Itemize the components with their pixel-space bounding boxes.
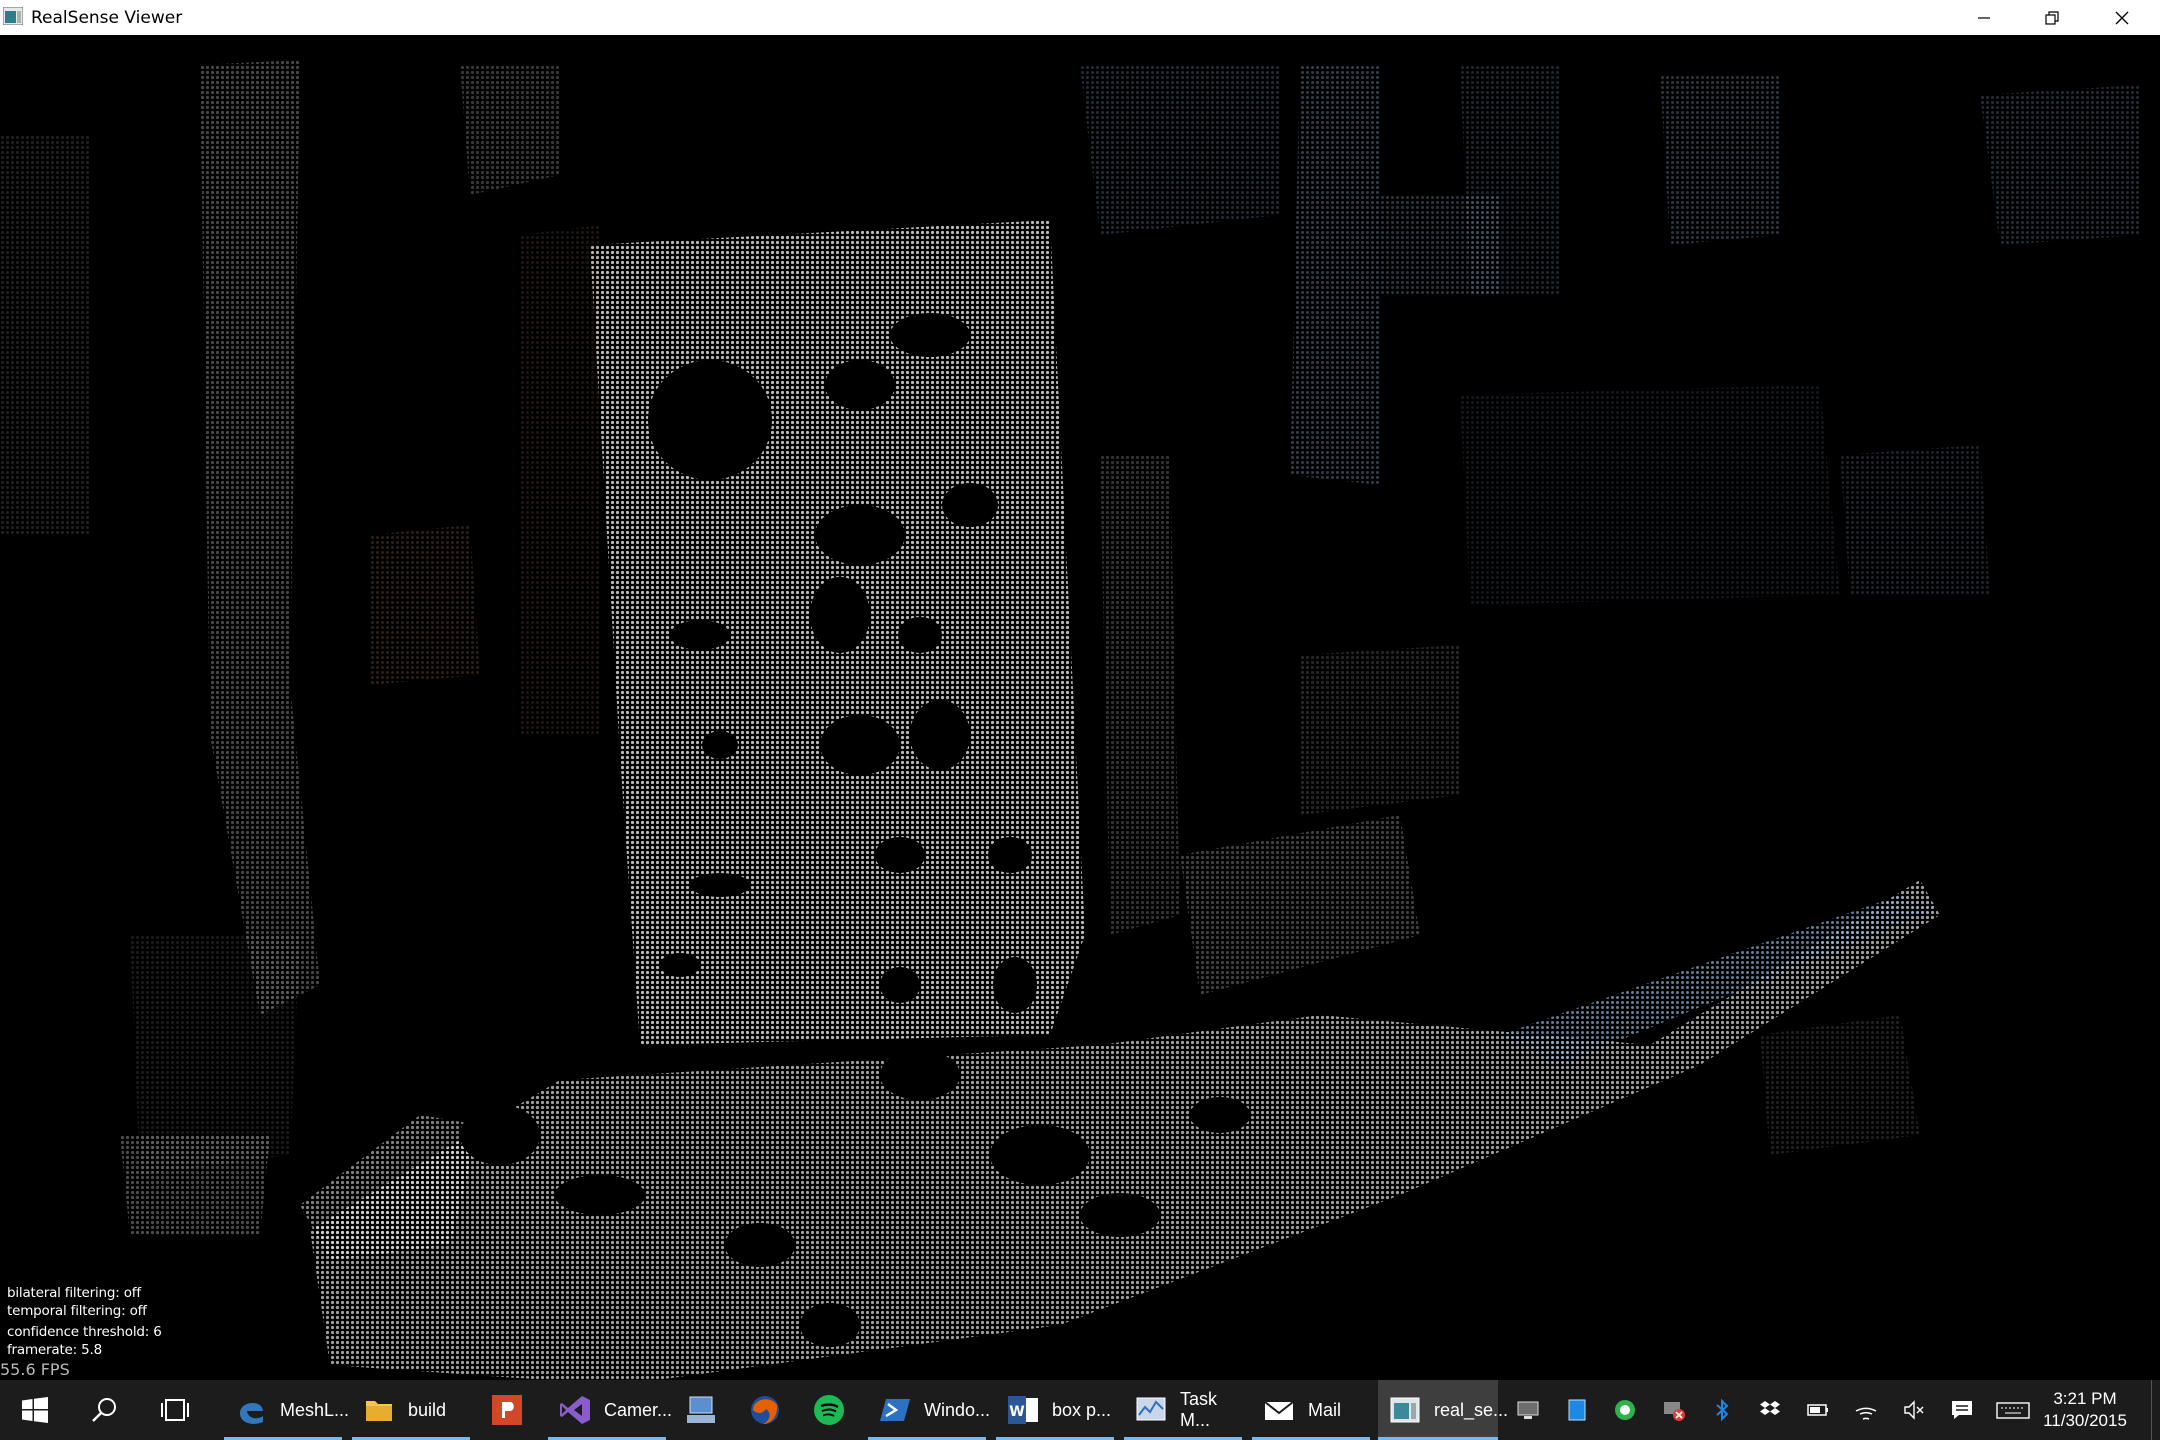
task-view-button[interactable] xyxy=(140,1380,210,1440)
keyboard-icon[interactable] xyxy=(1996,1398,2030,1422)
task-task-manager[interactable]: Task M... xyxy=(1124,1380,1242,1440)
monitor-icon[interactable] xyxy=(1516,1398,1540,1422)
close-button[interactable] xyxy=(2088,0,2156,35)
overlay-confidence-threshold: confidence threshold: 6 xyxy=(7,1324,162,1340)
task-view-icon xyxy=(161,1399,189,1421)
depth-point-cloud xyxy=(0,60,2140,1380)
task-label-build: build xyxy=(408,1399,447,1420)
folder-icon xyxy=(366,1401,392,1421)
clock-date: 11/30/2015 xyxy=(2043,1411,2127,1430)
dropbox-icon[interactable] xyxy=(1758,1398,1782,1422)
whatsapp-icon[interactable] xyxy=(1613,1398,1637,1422)
tablet-icon[interactable] xyxy=(1565,1398,1589,1422)
battery-icon[interactable] xyxy=(1806,1398,1830,1422)
taskbar: MeshL... build Camer... Windo... W box p… xyxy=(0,1380,2160,1440)
task-label-task-manager: Task M... xyxy=(1180,1389,1218,1430)
close-icon xyxy=(2115,11,2129,24)
point-cloud-viewport[interactable]: bilateral filtering: off temporal filter… xyxy=(0,35,2160,1380)
powershell-icon xyxy=(880,1399,910,1421)
task-label-box: box p... xyxy=(1052,1399,1112,1420)
task-label-camera: Camer... xyxy=(604,1399,673,1420)
restore-button[interactable] xyxy=(2018,0,2086,35)
word-icon: W xyxy=(1008,1396,1038,1424)
overlay-framerate: framerate: 5.8 xyxy=(7,1342,102,1358)
windows-start-icon xyxy=(22,1397,48,1423)
visual-studio-icon xyxy=(560,1396,590,1424)
title-bar[interactable]: RealSense Viewer xyxy=(0,0,2160,36)
task-label-mail: Mail xyxy=(1308,1399,1342,1420)
task-label-meshl: MeshL... xyxy=(280,1399,350,1420)
network-error-icon[interactable] xyxy=(1662,1398,1686,1422)
task-realsense[interactable]: real_se... xyxy=(1378,1380,1508,1440)
overlay-temporal-filtering: temporal filtering: off xyxy=(7,1303,147,1319)
task-edge-meshl[interactable]: MeshL... xyxy=(224,1380,349,1440)
realsense-viewer-icon xyxy=(1390,1397,1420,1423)
svg-text:W: W xyxy=(1009,1404,1024,1420)
task-manager-icon xyxy=(1136,1397,1166,1421)
show-desktop-button[interactable] xyxy=(2151,1380,2160,1440)
bluetooth-icon[interactable] xyxy=(1710,1398,1734,1422)
app-icon xyxy=(3,7,23,25)
task-label-windows: Windo... xyxy=(924,1399,991,1420)
action-center-icon[interactable] xyxy=(1950,1398,1974,1422)
firefox-icon[interactable] xyxy=(748,1393,782,1427)
wifi-icon[interactable] xyxy=(1854,1398,1878,1422)
task-visual-studio-camera[interactable]: Camer... xyxy=(548,1380,672,1440)
task-mail[interactable]: Mail xyxy=(1252,1380,1370,1440)
task-powershell-windows[interactable]: Windo... xyxy=(868,1380,990,1440)
fps-counter: 55.6 FPS xyxy=(0,1360,70,1379)
spotify-icon[interactable] xyxy=(812,1393,846,1427)
clock[interactable]: 3:21 PM 11/30/2015 xyxy=(2030,1380,2140,1440)
search-icon xyxy=(92,1398,116,1422)
task-explorer-build[interactable]: build xyxy=(352,1380,470,1440)
overlay-bilateral-filtering: bilateral filtering: off xyxy=(7,1285,141,1301)
minimize-button[interactable] xyxy=(1950,0,2018,35)
task-word-box[interactable]: W box p... xyxy=(996,1380,1114,1440)
search-button[interactable] xyxy=(70,1380,140,1440)
network-icon[interactable] xyxy=(684,1393,718,1427)
restore-icon xyxy=(2045,10,2059,25)
mail-icon xyxy=(1264,1401,1294,1420)
minimize-icon xyxy=(1978,16,1990,19)
volume-muted-icon[interactable] xyxy=(1902,1398,1926,1422)
clock-time: 3:21 PM xyxy=(2053,1389,2117,1408)
start-button[interactable] xyxy=(0,1380,70,1440)
task-label-realsense: real_se... xyxy=(1434,1399,1509,1420)
powerpoint-icon[interactable] xyxy=(490,1393,524,1427)
edge-icon xyxy=(240,1402,263,1424)
window-title: RealSense Viewer xyxy=(31,8,183,28)
